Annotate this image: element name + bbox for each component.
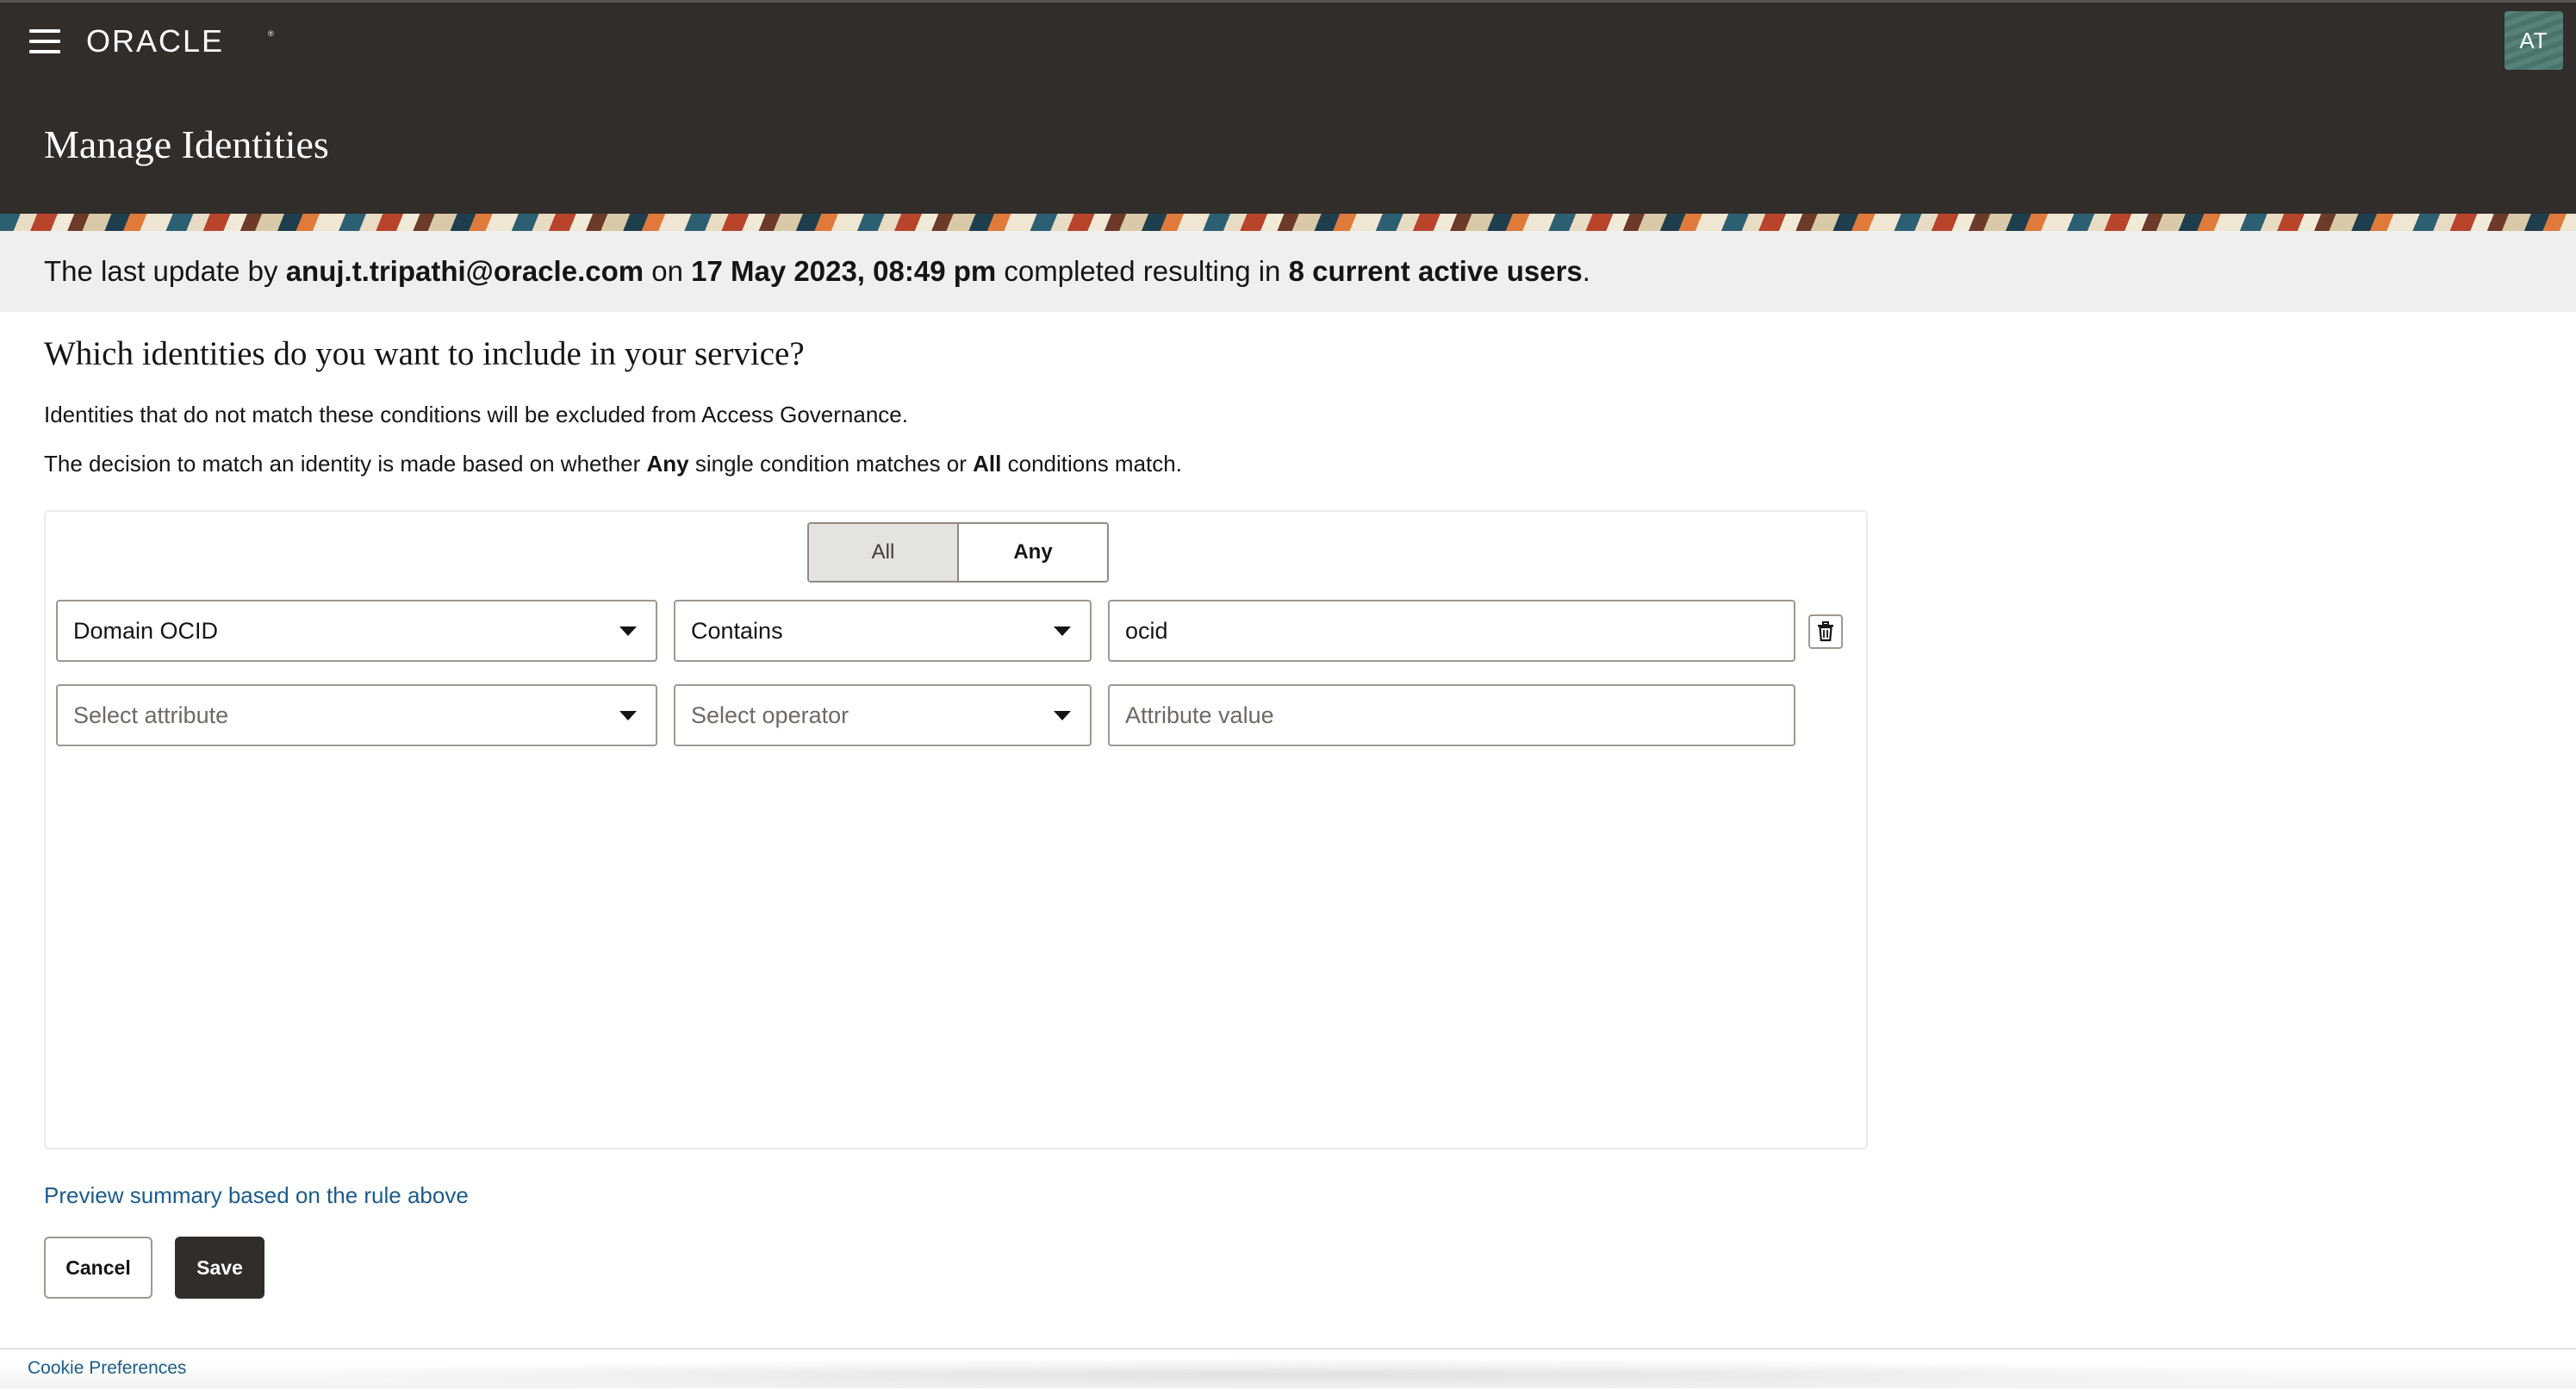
banner-active-count: 8 current active users	[1288, 255, 1583, 287]
attribute-value-text: ocid	[1125, 617, 1168, 644]
last-update-banner: The last update by anuj.t.tripathi@oracl…	[0, 231, 2576, 312]
banner-on: on	[644, 255, 692, 287]
save-button[interactable]: Save	[175, 1237, 264, 1299]
exclusion-description: Identities that do not match these condi…	[44, 402, 908, 427]
operator-select-empty[interactable]: Select operator	[674, 684, 1092, 746]
operator-select-placeholder: Select operator	[691, 701, 849, 728]
match-description-part2: single condition matches or	[688, 451, 974, 477]
svg-text:ORACLE: ORACLE	[86, 27, 224, 56]
app-header: ORACLE ® AT Manage Identities	[0, 0, 2576, 214]
banner-prefix: The last update by	[44, 255, 286, 287]
operator-select-value: Contains	[691, 617, 783, 644]
delete-condition-button[interactable]	[1808, 614, 1843, 649]
cancel-button[interactable]: Cancel	[44, 1237, 152, 1299]
chevron-down-icon	[619, 626, 637, 636]
banner-suffix: .	[1582, 255, 1590, 287]
preview-summary-link[interactable]: Preview summary based on the rule above	[44, 1182, 469, 1209]
banner-datetime: 17 May 2023, 08:49 pm	[691, 255, 997, 287]
attribute-select[interactable]: Domain OCID	[56, 600, 657, 662]
match-description-part1: The decision to match an identity is mad…	[44, 451, 647, 477]
page-title: Manage Identities	[44, 122, 329, 166]
match-mode-toggle: All Any	[807, 522, 1109, 583]
chevron-down-icon	[1054, 626, 1071, 636]
operator-select[interactable]: Contains	[674, 600, 1092, 662]
attribute-value-placeholder: Attribute value	[1125, 701, 1274, 728]
banner-user: anuj.t.tripathi@oracle.com	[285, 255, 644, 287]
match-description: The decision to match an identity is mad…	[44, 451, 1182, 477]
section-heading: Which identities do you want to include …	[44, 335, 805, 372]
banner-middle: completed resulting in	[996, 255, 1289, 287]
match-description-part3: conditions match.	[1001, 451, 1182, 477]
match-all-button[interactable]: All	[809, 524, 959, 581]
conditions-panel: All Any Domain OCID Contains ocid Select…	[44, 510, 1868, 1150]
oracle-logo[interactable]: ORACLE ®	[86, 20, 277, 63]
attribute-select-value: Domain OCID	[73, 617, 219, 644]
attribute-value-input[interactable]: ocid	[1108, 600, 1795, 662]
footer-shadow	[241, 1358, 2352, 1390]
hamburger-menu-icon[interactable]	[26, 27, 64, 56]
chevron-down-icon	[619, 711, 637, 720]
oracle-wordmark: ORACLE ®	[86, 27, 274, 56]
match-description-any: Any	[646, 451, 689, 477]
trash-icon	[1818, 621, 1833, 642]
decorative-banner-pattern	[0, 214, 2576, 231]
attribute-select-placeholder: Select attribute	[73, 701, 229, 728]
avatar[interactable]: AT	[2504, 11, 2563, 70]
cookie-preferences-link[interactable]: Cookie Preferences	[28, 1358, 186, 1379]
footer: Cookie Preferences	[0, 1348, 2576, 1390]
chevron-down-icon	[1054, 711, 1071, 720]
match-description-all: All	[973, 451, 1002, 477]
attribute-value-input-empty[interactable]: Attribute value	[1108, 684, 1795, 746]
attribute-select-empty[interactable]: Select attribute	[56, 684, 657, 746]
svg-text:®: ®	[268, 29, 274, 38]
match-any-button[interactable]: Any	[959, 524, 1107, 581]
